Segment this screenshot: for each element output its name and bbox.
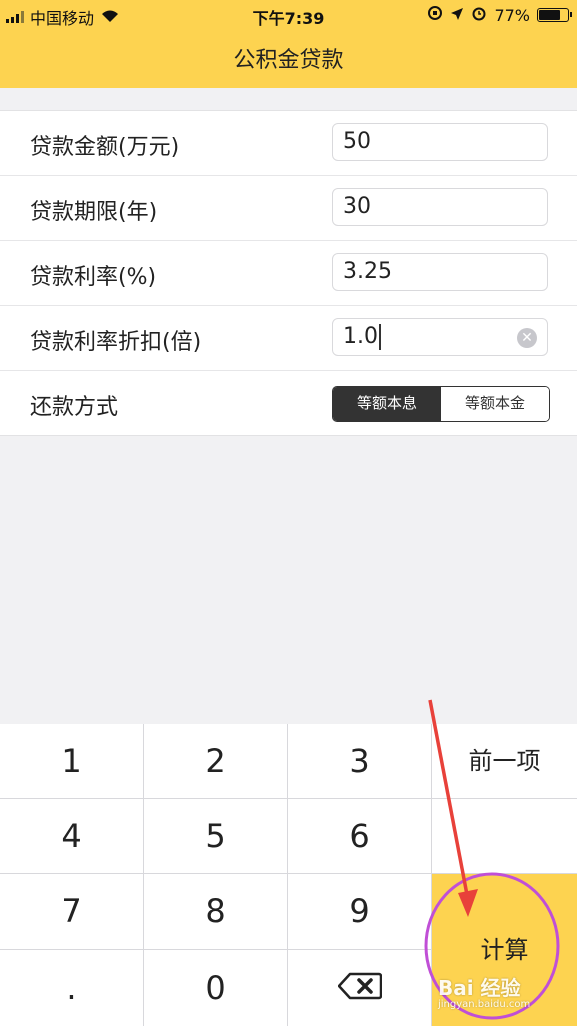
term-label: 贷款期限(年)	[30, 200, 158, 225]
battery-icon	[537, 8, 572, 22]
loan-form: 贷款金额(万元) 50 贷款期限(年) 30 贷款利率(%) 3.25 贷款利率…	[0, 110, 577, 436]
page-title: 公积金贷款	[233, 48, 344, 73]
text-caret	[379, 324, 381, 350]
discount-label: 贷款利率折扣(倍)	[30, 330, 202, 355]
watermark: Bai 经验 jingyan.baidu.com	[438, 976, 531, 1010]
key-2[interactable]: 2	[144, 724, 287, 798]
repayment-segmented-control: 等额本息 等额本金	[332, 386, 550, 422]
status-bar: 中国移动 下午7:39 77%	[0, 0, 577, 30]
key-9[interactable]: 9	[288, 874, 431, 949]
term-input[interactable]: 30	[332, 188, 548, 226]
repayment-option-equal-principal[interactable]: 等额本金	[441, 387, 549, 421]
repayment-label: 还款方式	[30, 395, 119, 420]
orientation-lock-icon	[427, 5, 443, 25]
discount-input[interactable]: 1.0 ✕	[332, 318, 548, 356]
key-5[interactable]: 5	[144, 799, 287, 873]
key-1[interactable]: 1	[0, 724, 143, 798]
amount-input[interactable]: 50	[332, 123, 548, 161]
backspace-key[interactable]	[288, 950, 431, 1026]
amount-label: 贷款金额(万元)	[30, 135, 180, 160]
rate-label: 贷款利率(%)	[30, 265, 157, 290]
location-icon	[450, 6, 464, 25]
key-0[interactable]: 0	[144, 950, 287, 1026]
battery-percent: 77%	[494, 5, 530, 25]
key-4[interactable]: 4	[0, 799, 143, 873]
backspace-icon	[337, 972, 382, 1000]
form-row-term: 贷款期限(年) 30	[0, 176, 577, 241]
form-row-amount: 贷款金额(万元) 50	[0, 111, 577, 176]
rate-input[interactable]: 3.25	[332, 253, 548, 291]
form-row-discount: 贷款利率折扣(倍) 1.0 ✕	[0, 306, 577, 371]
key-3[interactable]: 3	[288, 724, 431, 798]
key-decimal[interactable]: .	[0, 950, 143, 1026]
previous-field-key[interactable]: 前一项	[432, 724, 577, 798]
form-row-rate: 贷款利率(%) 3.25	[0, 241, 577, 306]
alarm-icon	[471, 5, 487, 25]
repayment-option-equal-installment[interactable]: 等额本息	[333, 387, 441, 421]
key-7[interactable]: 7	[0, 874, 143, 949]
key-6[interactable]: 6	[288, 799, 431, 873]
blank-key	[432, 799, 577, 873]
form-row-repayment: 还款方式 等额本息 等额本金	[0, 371, 577, 435]
clear-icon[interactable]: ✕	[517, 328, 537, 348]
key-8[interactable]: 8	[144, 874, 287, 949]
